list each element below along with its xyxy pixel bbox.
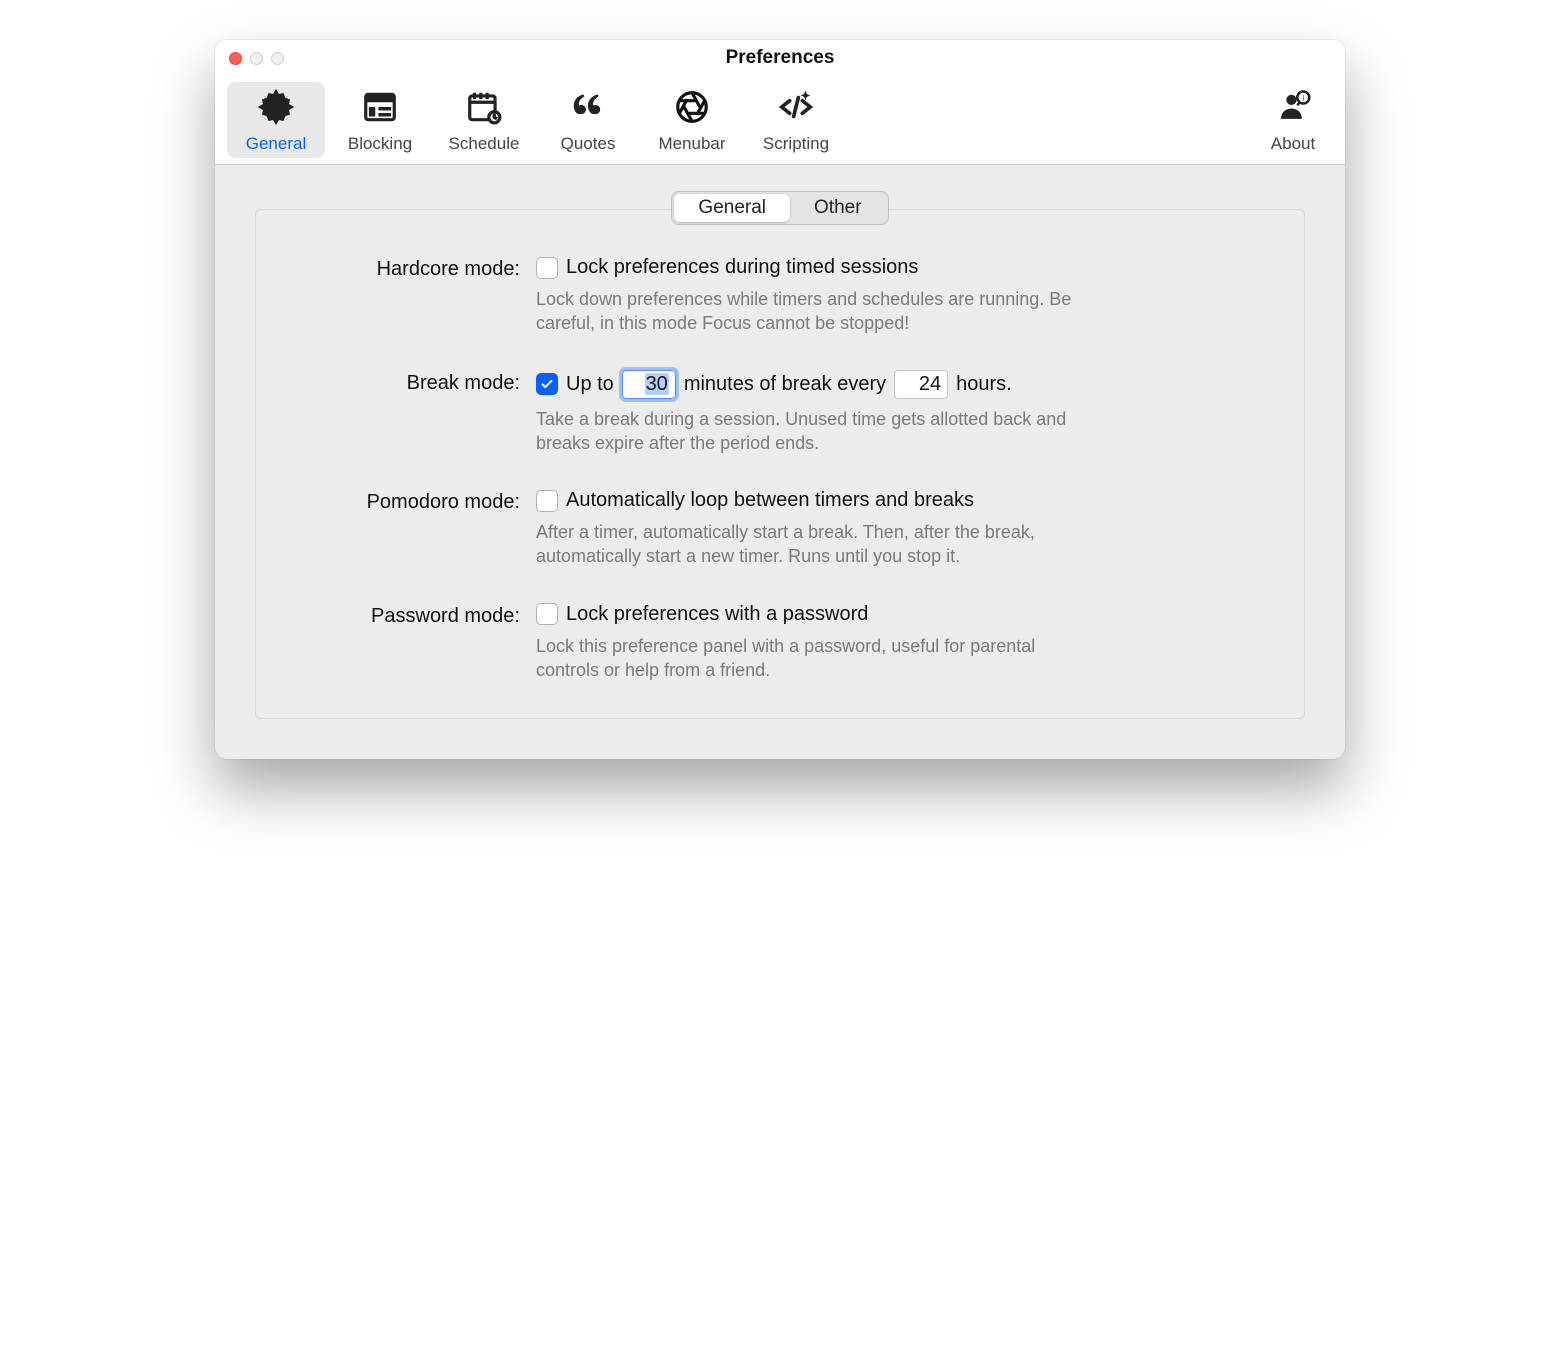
hardcore-checkbox[interactable] <box>536 257 558 279</box>
content-area: General Other Hardcore mode: Lock prefer… <box>215 165 1345 759</box>
tab-label: Menubar <box>658 134 725 154</box>
break-mid: minutes of break every <box>684 373 886 396</box>
titlebar: Preferences General <box>215 40 1345 165</box>
toolbar: General Blocking <box>215 76 1345 164</box>
calendar-icon <box>465 88 503 134</box>
break-suffix: hours. <box>956 373 1012 396</box>
setting-label: Password mode: <box>296 603 536 683</box>
password-checkbox[interactable] <box>536 603 558 625</box>
tab-quotes[interactable]: Quotes <box>539 82 637 158</box>
aperture-icon <box>673 88 711 134</box>
break-checkbox[interactable] <box>536 373 558 395</box>
tab-label: General <box>246 134 306 154</box>
break-minutes-input[interactable]: 30 <box>622 370 676 399</box>
tab-label: Blocking <box>348 134 412 154</box>
setting-password: Password mode: Lock preferences with a p… <box>296 603 1264 683</box>
quotes-icon <box>569 88 607 134</box>
preferences-window: Preferences General <box>215 40 1345 759</box>
window-title: Preferences <box>215 47 1345 69</box>
setting-description: Take a break during a session. Unused ti… <box>536 407 1096 456</box>
break-prefix: Up to <box>566 373 614 396</box>
traffic-lights <box>215 52 284 65</box>
checkbox-title: Automatically loop between timers and br… <box>566 489 974 512</box>
tab-about[interactable]: i About <box>1253 82 1333 158</box>
setting-label: Hardcore mode: <box>296 256 536 336</box>
pomodoro-checkbox[interactable] <box>536 490 558 512</box>
tab-scripting[interactable]: Scripting <box>747 82 845 158</box>
setting-label: Pomodoro mode: <box>296 489 536 569</box>
setting-label: Break mode: <box>296 370 536 456</box>
tab-menubar[interactable]: Menubar <box>643 82 741 158</box>
setting-break: Break mode: Up to 30 minutes of break ev… <box>296 370 1264 456</box>
segment-general[interactable]: General <box>674 194 790 222</box>
setting-description: Lock this preference panel with a passwo… <box>536 634 1096 683</box>
tab-schedule[interactable]: Schedule <box>435 82 533 158</box>
gear-icon <box>257 88 295 134</box>
code-icon <box>777 88 815 134</box>
checkbox-title: Lock preferences with a password <box>566 603 868 626</box>
close-button[interactable] <box>229 52 242 65</box>
checkbox-title: Lock preferences during timed sessions <box>566 256 918 279</box>
svg-text:i: i <box>1302 94 1304 103</box>
settings-panel: Hardcore mode: Lock preferences during t… <box>255 209 1305 719</box>
tab-label: Quotes <box>561 134 616 154</box>
setting-hardcore: Hardcore mode: Lock preferences during t… <box>296 256 1264 336</box>
tab-blocking[interactable]: Blocking <box>331 82 429 158</box>
minimize-button[interactable] <box>250 52 263 65</box>
setting-pomodoro: Pomodoro mode: Automatically loop betwee… <box>296 489 1264 569</box>
tab-general[interactable]: General <box>227 82 325 158</box>
zoom-button[interactable] <box>271 52 284 65</box>
segmented-control: General Other <box>671 191 888 225</box>
segment-other[interactable]: Other <box>790 194 886 222</box>
break-hours-input[interactable]: 24 <box>894 370 948 399</box>
setting-description: After a timer, automatically start a bre… <box>536 520 1096 569</box>
about-icon: i <box>1274 88 1312 134</box>
window-icon <box>361 88 399 134</box>
setting-description: Lock down preferences while timers and s… <box>536 287 1096 336</box>
tab-label: Scripting <box>763 134 829 154</box>
tab-label: About <box>1271 134 1315 154</box>
tab-label: Schedule <box>449 134 520 154</box>
